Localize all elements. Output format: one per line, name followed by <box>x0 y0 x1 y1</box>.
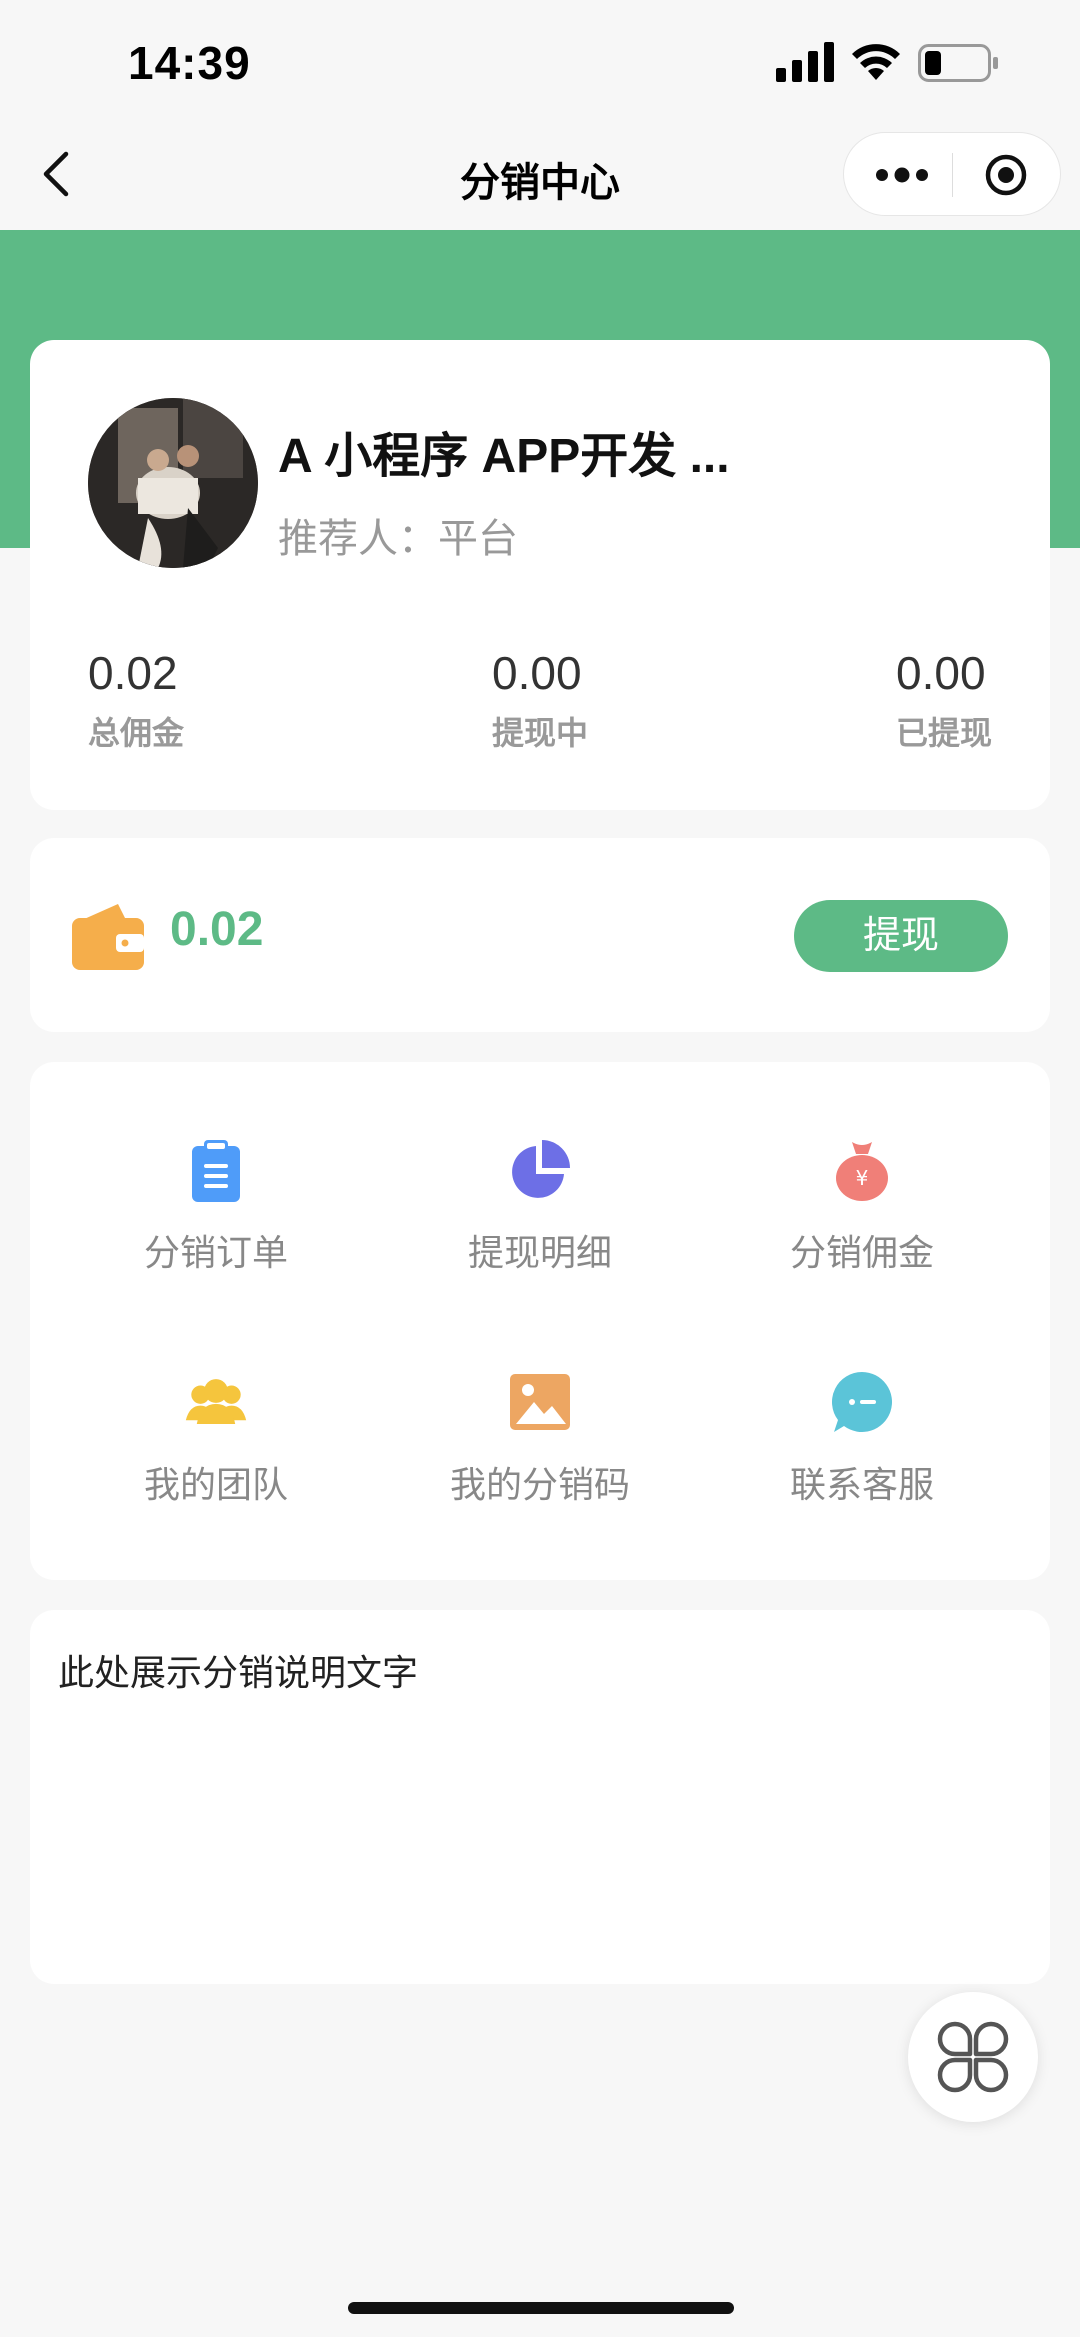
battery-icon <box>918 44 998 82</box>
grid-petals-icon <box>937 2021 1009 2093</box>
withdrawn-value: 0.00 <box>896 647 986 699</box>
avatar[interactable] <box>88 398 258 568</box>
image-icon <box>510 1374 570 1430</box>
description-text: 此处展示分销说明文字 <box>58 1652 419 1693</box>
menu-label-withdraw-details: 提现明细 <box>467 1232 612 1273</box>
withdrawn-label: 已提现 <box>896 715 993 751</box>
menu-label-my-code: 我的分销码 <box>449 1464 630 1505</box>
menu-item-commission[interactable]: ¥ 分销佣金 <box>732 1138 992 1276</box>
cellular-signal-icon <box>776 42 834 82</box>
wallet-icon <box>72 904 144 970</box>
capsule-divider <box>952 153 953 197</box>
user-name: A 小程序 APP开发 ... <box>278 430 730 483</box>
team-icon <box>185 1379 247 1424</box>
menu-item-contact-service[interactable]: 联系客服 <box>732 1370 992 1508</box>
clipboard-icon <box>192 1140 240 1202</box>
svg-text:¥: ¥ <box>856 1166 869 1190</box>
wifi-icon <box>852 44 900 80</box>
floating-menu-button[interactable] <box>908 1992 1038 2122</box>
more-dots-icon[interactable] <box>874 163 930 187</box>
menu-label-distribution-orders: 分销订单 <box>143 1232 288 1273</box>
withdraw-button[interactable]: 提现 <box>794 900 1008 972</box>
chat-bubble-icon <box>832 1372 892 1432</box>
menu-item-my-team[interactable]: 我的团队 <box>86 1370 346 1508</box>
menu-item-distribution-orders[interactable]: 分销订单 <box>86 1138 346 1276</box>
withdrawing-value: 0.00 <box>492 647 582 699</box>
home-indicator[interactable] <box>348 2302 734 2314</box>
menu-label-my-team: 我的团队 <box>143 1464 288 1505</box>
menu-label-contact-service: 联系客服 <box>789 1464 934 1505</box>
menu-label-commission: 分销佣金 <box>789 1232 934 1273</box>
total-commission-value: 0.02 <box>88 647 178 699</box>
menu-item-withdraw-details[interactable]: 提现明细 <box>410 1138 670 1276</box>
mini-program-capsule <box>843 132 1061 216</box>
referrer-text: 推荐人：平台 <box>278 517 518 561</box>
money-bag-icon: ¥ <box>836 1142 888 1201</box>
close-target-icon[interactable] <box>984 153 1028 197</box>
balance-amount: 0.02 <box>170 903 264 956</box>
status-time: 14:39 <box>128 37 251 89</box>
pie-chart-icon <box>512 1140 570 1198</box>
menu-item-my-code[interactable]: 我的分销码 <box>410 1370 670 1508</box>
withdrawing-label: 提现中 <box>492 715 589 751</box>
total-commission-label: 总佣金 <box>88 715 185 751</box>
